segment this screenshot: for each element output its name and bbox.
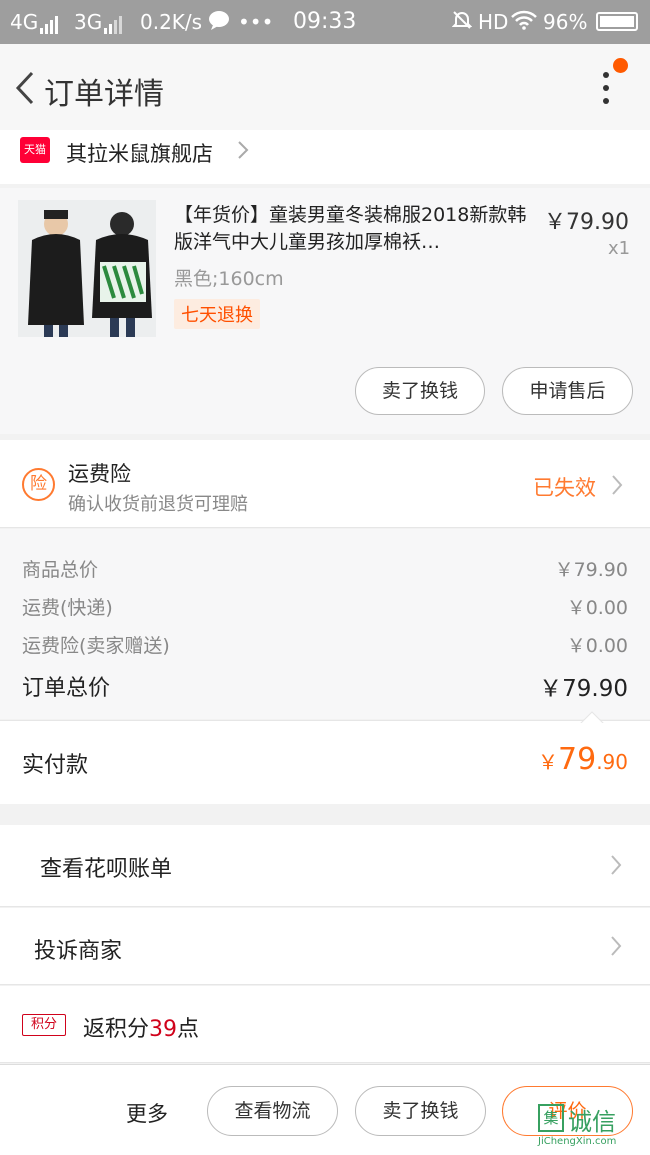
- signal-icon: [40, 10, 60, 34]
- complain-merchant-label: 投诉商家: [34, 939, 123, 964]
- price-summary: 商品总价 ￥79.90 运费(快递) ￥0.00 运费险(卖家赠送) ￥0.00…: [0, 529, 650, 719]
- chevron-right-icon: [609, 935, 623, 957]
- actual-paid-value: ￥79.90: [538, 742, 628, 777]
- watermark-icon: 集: [538, 1104, 564, 1132]
- mute-alarm-icon: [451, 10, 473, 35]
- product-price: ￥79.90: [544, 210, 629, 235]
- nav-bar: 订单详情: [0, 44, 650, 130]
- subtotal-label: 商品总价: [22, 559, 99, 581]
- insurance-status: 已失效: [533, 476, 596, 500]
- wifi-icon: [511, 10, 537, 35]
- battery-icon: [596, 12, 638, 31]
- order-total-label: 订单总价: [22, 676, 111, 701]
- chevron-right-icon: [236, 140, 250, 160]
- points-suffix: 点: [177, 1017, 200, 1042]
- more-dots: •••: [238, 10, 274, 34]
- points-text: 返积分39点: [83, 1011, 199, 1043]
- insurance-fee-label: 运费险(卖家赠送): [22, 635, 170, 657]
- complain-merchant-row[interactable]: 投诉商家: [0, 908, 650, 985]
- insurance-title: 运费险: [68, 462, 131, 486]
- page-title: 订单详情: [44, 77, 164, 112]
- actual-paid-label: 实付款: [22, 753, 89, 778]
- huabei-bill-row[interactable]: 查看花呗账单: [0, 825, 650, 907]
- after-sale-button[interactable]: 申请售后: [502, 367, 633, 415]
- shipping-label: 运费(快递): [22, 597, 113, 619]
- insurance-fee-value: ￥0.00: [566, 635, 628, 657]
- shipping-insurance-row[interactable]: 险 运费险 确认收货前退货可理赔 已失效: [0, 440, 650, 528]
- product-image[interactable]: [18, 200, 156, 337]
- insurance-icon: 险: [22, 468, 55, 501]
- tmall-icon: 天猫: [20, 137, 50, 163]
- points-icon: 积分: [22, 1014, 66, 1036]
- battery-percent: 96%: [543, 10, 588, 34]
- huabei-bill-label: 查看花呗账单: [40, 857, 173, 882]
- more-actions-button[interactable]: 更多: [126, 1098, 168, 1128]
- chevron-right-icon: [610, 474, 624, 496]
- insurance-subtitle: 确认收货前退货可理赔: [68, 494, 248, 515]
- store-name: 其拉米鼠旗舰店: [66, 142, 213, 166]
- hd-label: HD: [478, 10, 509, 34]
- watermark-logo: 集 诚信 JiChengXin.com: [532, 1104, 650, 1155]
- network-4g: 4G: [10, 10, 39, 34]
- order-total-value: ￥79.90: [539, 676, 628, 702]
- product-title[interactable]: 【年货价】童装男童冬装棉服2018新款韩版洋气中大儿童男孩加厚棉袄…: [174, 202, 534, 256]
- points-number: 39: [149, 1017, 178, 1042]
- points-row: 积分 返积分39点: [0, 986, 650, 1063]
- signal-icon-2: [104, 10, 124, 34]
- actual-paid-row: 实付款 ￥79.90: [0, 711, 650, 804]
- product-sku: 黑色;160cm: [174, 268, 284, 290]
- points-prefix: 返积分: [83, 1017, 150, 1042]
- seven-day-return-badge: 七天退换: [174, 299, 260, 329]
- sell-for-cash-button[interactable]: 卖了换钱: [355, 367, 485, 415]
- back-arrow-icon[interactable]: [12, 71, 42, 105]
- subtotal-value: ￥79.90: [554, 559, 628, 581]
- chevron-right-icon: [609, 854, 623, 876]
- status-bar: 4G 3G 0.2K/s ••• 09:33 HD 96%: [0, 0, 650, 44]
- store-row[interactable]: 天猫 其拉米鼠旗舰店: [0, 130, 650, 184]
- sell-for-cash-button-bottom[interactable]: 卖了换钱: [355, 1086, 486, 1136]
- shipping-value: ￥0.00: [566, 597, 628, 619]
- clock: 09:33: [293, 9, 357, 34]
- network-3g: 3G: [74, 10, 103, 34]
- watermark-text: 诚信: [568, 1108, 616, 1136]
- paid-decimal: .90: [596, 750, 628, 774]
- product-card: 【年货价】童装男童冬装棉服2018新款韩版洋气中大儿童男孩加厚棉袄… ￥79.9…: [0, 188, 650, 434]
- paid-currency: ￥: [538, 750, 558, 774]
- caret-up-icon: [578, 709, 606, 725]
- more-menu-icon[interactable]: [594, 68, 618, 108]
- chat-icon: [208, 10, 230, 35]
- product-quantity: x1: [608, 238, 631, 259]
- paid-integer: 79: [558, 742, 597, 777]
- view-logistics-button[interactable]: 查看物流: [207, 1086, 338, 1136]
- watermark-url: JiChengXin.com: [538, 1136, 617, 1147]
- notification-dot: [613, 58, 628, 73]
- network-speed: 0.2K/s: [140, 10, 203, 34]
